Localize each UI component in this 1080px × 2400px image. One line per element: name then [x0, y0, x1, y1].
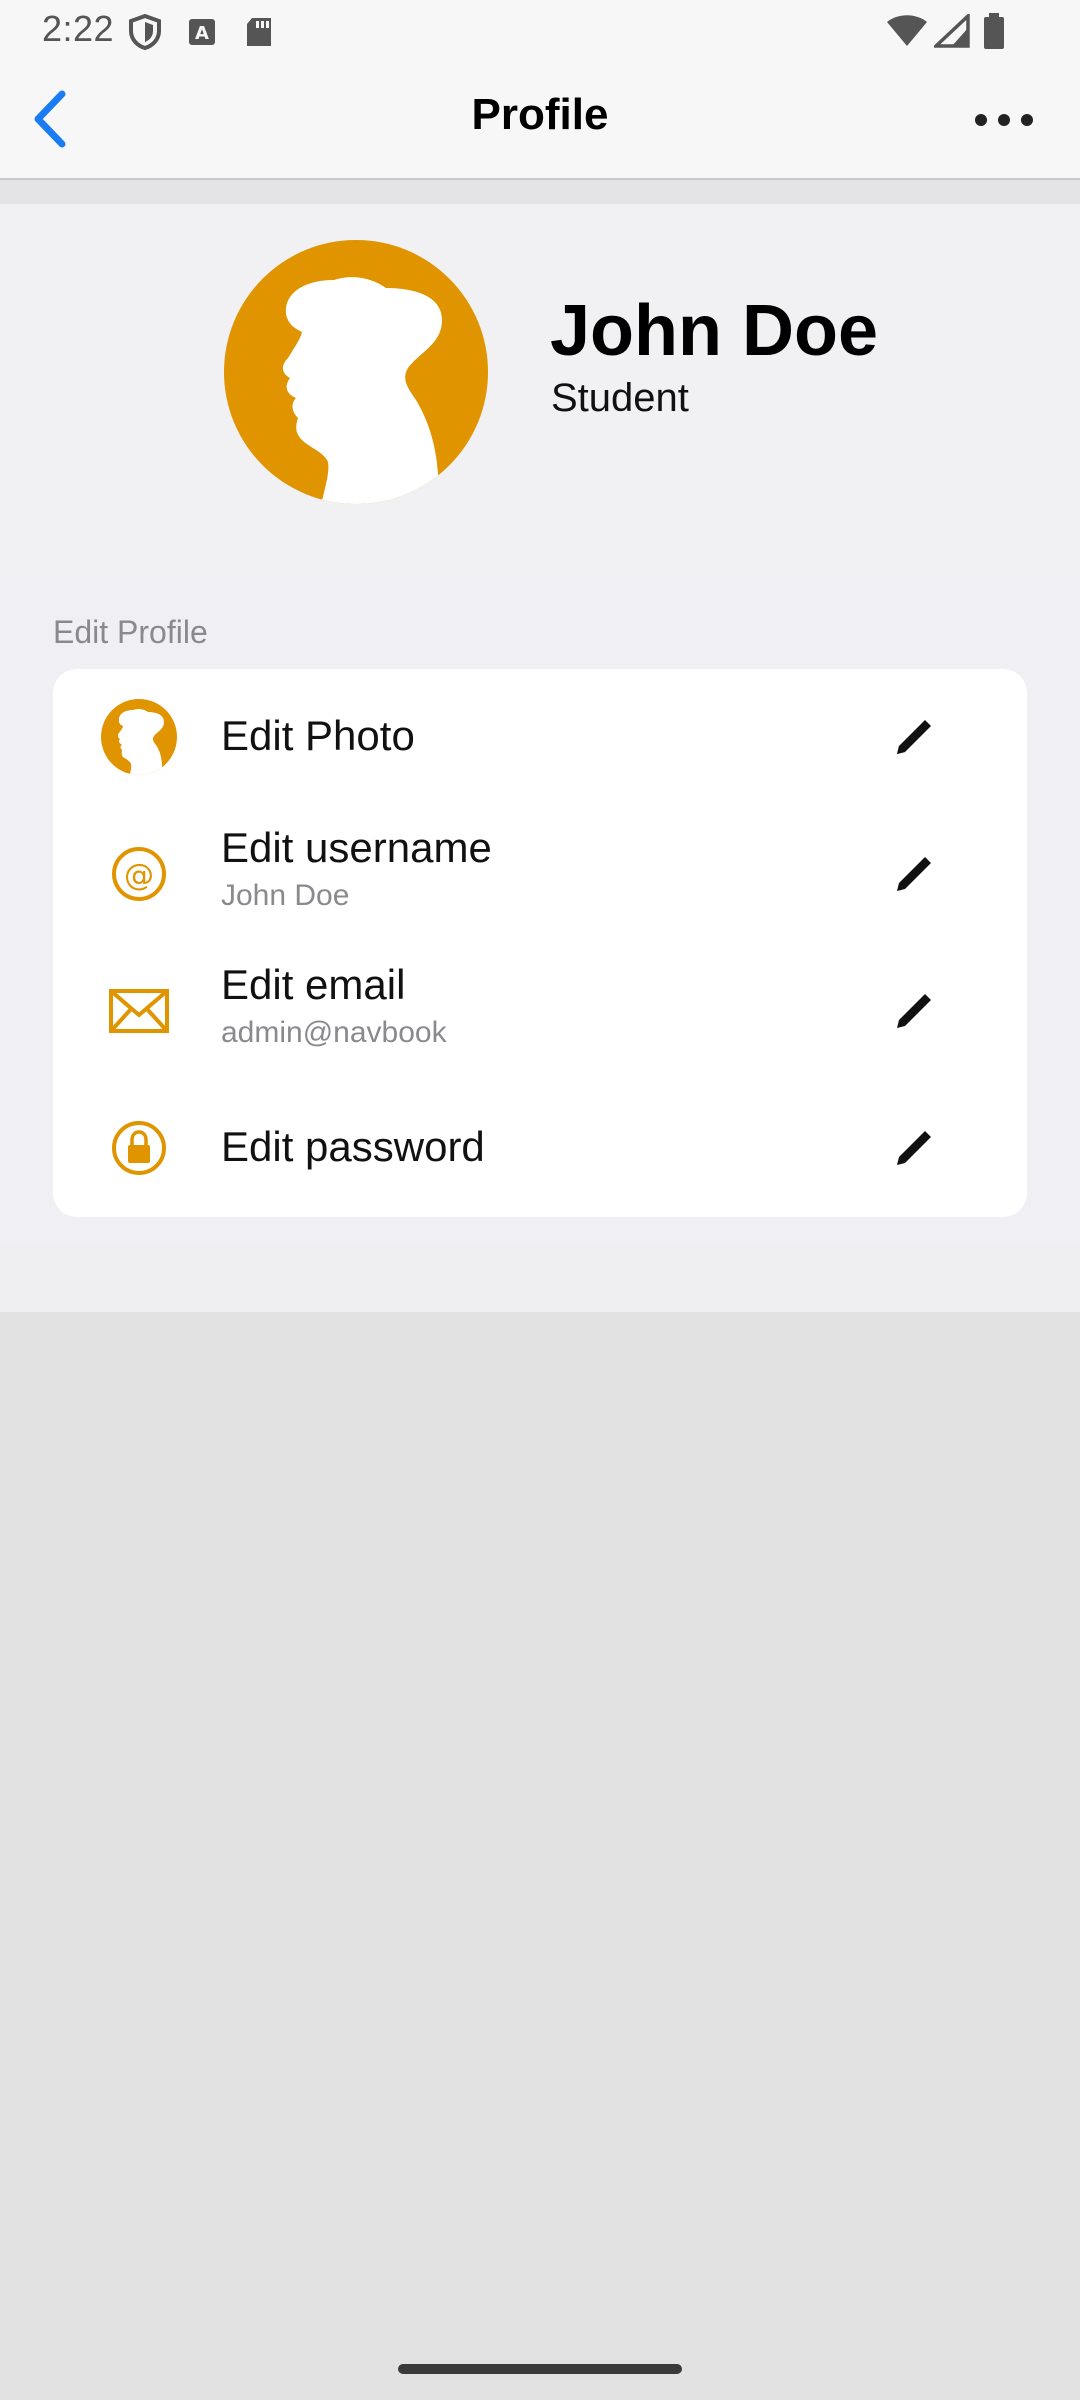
- battery-icon: [984, 13, 1004, 49]
- row-title: Edit Photo: [221, 712, 415, 759]
- status-time: 2:22: [42, 8, 115, 49]
- edit-photo-row[interactable]: Edit Photo: [53, 669, 1027, 806]
- shield-icon: [129, 14, 161, 50]
- row-subtitle: admin@navbook: [221, 1016, 447, 1049]
- more-horizontal-icon: [975, 114, 1033, 126]
- row-title: Edit password: [221, 1123, 485, 1170]
- svg-text:@: @: [124, 858, 154, 893]
- sd-card-icon: [247, 18, 271, 46]
- avatar[interactable]: [224, 240, 488, 504]
- pencil-icon[interactable]: [891, 1125, 937, 1171]
- edit-password-row[interactable]: Edit password: [53, 1080, 1027, 1217]
- row-subtitle: John Doe: [221, 879, 350, 912]
- pencil-icon[interactable]: [891, 988, 937, 1034]
- row-title: Edit username: [221, 824, 492, 871]
- lock-icon: [112, 1121, 166, 1175]
- wifi-icon: [887, 15, 927, 46]
- page-title: Profile: [471, 90, 609, 139]
- edit-username-row[interactable]: @ Edit username John Doe: [53, 806, 1027, 943]
- header-divider: [0, 180, 1080, 204]
- status-bar: 2:22 A: [0, 0, 1080, 62]
- svg-text:A: A: [195, 23, 209, 44]
- at-sign-icon: @: [112, 847, 166, 901]
- more-options-button[interactable]: [964, 92, 1044, 148]
- edit-profile-section: Edit Profile Edit Photo @ Edit username …: [0, 576, 1080, 1246]
- edit-profile-card: Edit Photo @ Edit username John Doe Edit…: [53, 669, 1027, 1217]
- cell-signal-icon: [934, 14, 970, 48]
- pencil-icon[interactable]: [891, 851, 937, 897]
- envelope-icon: [109, 989, 169, 1033]
- profile-role: Student: [551, 376, 689, 420]
- text-a-icon: A: [189, 19, 215, 45]
- row-title: Edit email: [221, 961, 406, 1008]
- edit-email-row[interactable]: Edit email admin@navbook: [53, 943, 1027, 1080]
- profile-name: John Doe: [550, 291, 879, 371]
- section-footer: [0, 1246, 1080, 1312]
- pencil-icon[interactable]: [891, 714, 937, 760]
- home-indicator[interactable]: [398, 2364, 682, 2374]
- profile-header: John Doe Student: [0, 204, 1080, 576]
- app-bar: Profile: [0, 62, 1080, 180]
- photo-icon: [101, 699, 177, 775]
- section-label: Edit Profile: [53, 614, 208, 650]
